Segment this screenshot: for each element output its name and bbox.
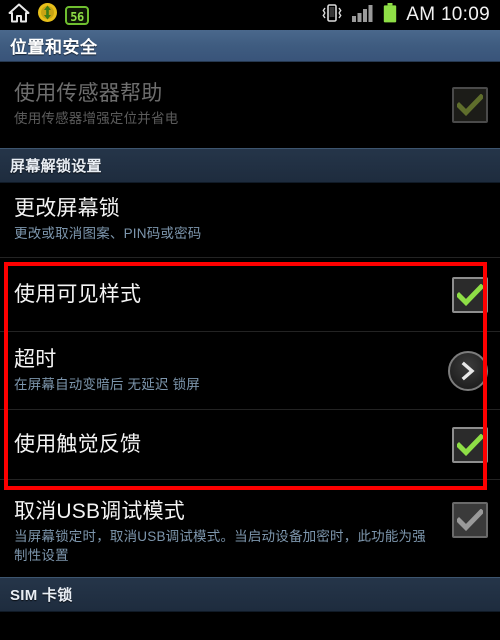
section-header-sim-lock: SIM 卡锁	[0, 577, 500, 612]
page-title: 位置和安全	[10, 38, 98, 57]
battery-icon	[383, 2, 397, 28]
setting-title: 取消USB调试模式	[14, 500, 185, 523]
status-bar-clock: AM 10:09	[406, 4, 490, 25]
phone-screen: 56 AM 10:09 位置和安全 使用传感器帮助 使用传感器增强定位并省电 屏…	[0, 0, 500, 640]
setting-row-use-visible-pattern[interactable]: 使用可见样式	[0, 257, 500, 331]
row-text: 使用触觉反馈	[14, 423, 442, 467]
setting-title: 使用可见样式	[14, 282, 142, 306]
row-text: 使用可见样式	[14, 273, 442, 317]
setting-title: 更改屏幕锁	[14, 197, 120, 221]
setting-title: 使用触觉反馈	[14, 432, 142, 456]
setting-subtitle: 使用传感器增强定位并省电	[14, 111, 179, 127]
setting-row-sensor-aiding[interactable]: 使用传感器帮助 使用传感器增强定位并省电	[0, 62, 500, 148]
setting-title: 超时	[14, 347, 57, 371]
checkbox-use-haptic-feedback[interactable]	[452, 426, 488, 463]
status-bar-right-icons: AM 10:09	[321, 2, 490, 28]
checkbox-use-visible-pattern[interactable]	[452, 276, 488, 313]
checkbox-sensor-aiding[interactable]	[452, 87, 488, 123]
row-text: 使用传感器帮助 使用传感器增强定位并省电	[14, 72, 442, 137]
setting-subtitle: 在屏幕自动变暗后 无延迟 锁屏	[14, 376, 201, 392]
vibrate-icon	[321, 3, 343, 28]
row-text: 更改屏幕锁 更改或取消图案、PIN码或密码	[14, 187, 488, 252]
notification-count-badge: 56	[65, 5, 89, 25]
row-text: 超时 在屏幕自动变暗后 无延迟 锁屏	[14, 338, 438, 403]
checkbox-disable-usb-debugging[interactable]	[452, 502, 488, 538]
sync-arrows-icon	[37, 2, 58, 28]
settings-list: 使用传感器帮助 使用传感器增强定位并省电 屏幕解锁设置 更改屏幕锁 更改或取消图…	[0, 62, 500, 612]
setting-subtitle: 更改或取消图案、PIN码或密码	[14, 226, 202, 242]
setting-row-use-haptic-feedback[interactable]: 使用触觉反馈	[0, 409, 500, 479]
title-bar: 位置和安全	[0, 30, 500, 62]
setting-row-change-screen-lock[interactable]: 更改屏幕锁 更改或取消图案、PIN码或密码	[0, 183, 500, 257]
status-bar-left-icons: 56	[8, 2, 89, 28]
chevron-right-icon[interactable]	[448, 350, 488, 391]
setting-row-disable-usb-debugging[interactable]: 取消USB调试模式 当屏幕锁定时，取消USB调试模式。当启动设备加密时，此功能为…	[0, 479, 500, 577]
section-header-label: SIM 卡锁	[10, 587, 73, 604]
status-bar: 56 AM 10:09	[0, 0, 500, 30]
row-text: 取消USB调试模式 当屏幕锁定时，取消USB调试模式。当启动设备加密时，此功能为…	[14, 490, 442, 575]
setting-row-lock-timeout[interactable]: 超时 在屏幕自动变暗后 无延迟 锁屏	[0, 331, 500, 409]
setting-subtitle: 当屏幕锁定时，取消USB调试模式。当启动设备加密时，此功能为强制性设置	[14, 528, 426, 564]
section-header-label: 屏幕解锁设置	[10, 158, 102, 175]
setting-title: 使用传感器帮助	[14, 82, 163, 106]
home-icon	[8, 3, 30, 28]
section-header-screen-unlock: 屏幕解锁设置	[0, 148, 500, 183]
signal-bars-icon	[352, 4, 374, 27]
